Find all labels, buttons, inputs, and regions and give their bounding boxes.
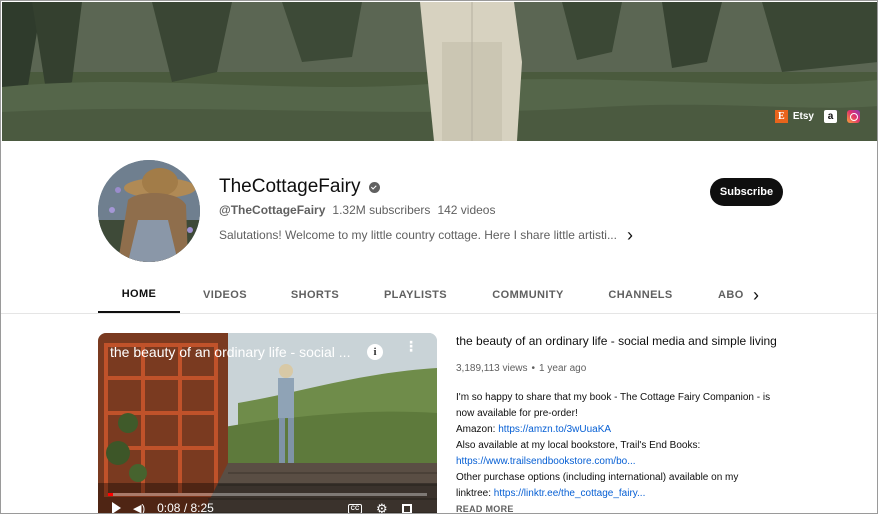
- volume-icon[interactable]: ◀): [133, 502, 145, 514]
- featured-video-meta: 3,189,113 views • 1 year ago: [456, 363, 586, 374]
- channel-name: TheCottageFairy: [219, 176, 380, 198]
- linktree-link[interactable]: https://linktr.ee/the_cottage_fairy...: [494, 488, 646, 499]
- view-count: 3,189,113 views: [456, 363, 528, 374]
- video-count: 142 videos: [437, 203, 496, 217]
- banner-image: [2, 2, 877, 141]
- chevron-right-icon[interactable]: ›: [753, 285, 759, 306]
- tab-about[interactable]: ABO: [696, 277, 746, 313]
- etsy-icon: E: [774, 110, 788, 123]
- description-line: I'm so happy to share that my book - The…: [456, 390, 776, 422]
- upload-age: 1 year ago: [539, 363, 587, 374]
- channel-handle: @TheCottageFairy: [219, 203, 326, 217]
- channel-description-text: Salutations! Welcome to my little countr…: [219, 228, 617, 242]
- featured-video-title[interactable]: the beauty of an ordinary life - social …: [456, 334, 786, 348]
- banner-links: E Etsy a: [774, 110, 860, 123]
- fullscreen-icon[interactable]: [401, 504, 412, 513]
- description-line: https://www.trailsendbookstore.com/bo...: [456, 454, 776, 470]
- info-icon[interactable]: i: [367, 344, 383, 360]
- subscriber-count: 1.32M subscribers: [332, 203, 431, 217]
- verified-icon: [368, 181, 380, 193]
- video-overlay-title[interactable]: the beauty of an ordinary life - social …: [110, 344, 360, 360]
- play-icon[interactable]: [112, 502, 121, 513]
- etsy-link[interactable]: E Etsy: [774, 110, 814, 123]
- player-controls-right: CC ⚙: [348, 501, 412, 513]
- more-vertical-icon[interactable]: ⋮: [404, 339, 418, 353]
- tab-home[interactable]: HOME: [98, 277, 180, 313]
- featured-video-description: I'm so happy to share that my book - The…: [456, 390, 776, 502]
- channel-avatar[interactable]: [98, 160, 200, 262]
- tab-channels[interactable]: CHANNELS: [585, 277, 696, 313]
- instagram-icon: [847, 110, 860, 123]
- channel-tabs: HOME VIDEOS SHORTS PLAYLISTS COMMUNITY C…: [98, 277, 746, 313]
- video-progress-fill: [108, 493, 114, 496]
- channel-name-text: TheCottageFairy: [219, 176, 361, 197]
- tab-shorts[interactable]: SHORTS: [270, 277, 360, 313]
- chevron-right-icon: ›: [626, 225, 633, 245]
- browser-frame: E Etsy a TheCottageFairy @TheCottageFair…: [0, 0, 878, 514]
- description-line: Other purchase options (including intern…: [456, 470, 776, 502]
- description-text: Amazon:: [456, 424, 499, 435]
- read-more-button[interactable]: READ MORE: [456, 504, 514, 513]
- amazon-icon: a: [824, 110, 837, 123]
- tab-community[interactable]: COMMUNITY: [471, 277, 585, 313]
- description-text: Also available at my local bookstore, Tr…: [456, 440, 701, 451]
- channel-banner: E Etsy a: [2, 2, 877, 141]
- player-controls-left: ◀) 0:08 / 8:25: [112, 501, 214, 514]
- channel-meta: @TheCottageFairy 1.32M subscribers 142 v…: [219, 203, 495, 217]
- etsy-link-label: Etsy: [792, 111, 814, 122]
- featured-video-player[interactable]: the beauty of an ordinary life - social …: [98, 333, 437, 514]
- amazon-link[interactable]: a: [824, 110, 837, 123]
- description-line: Also available at my local bookstore, Tr…: [456, 438, 776, 454]
- tabs-divider: [1, 313, 877, 314]
- amazon-book-link[interactable]: https://amzn.to/3wUuaKA: [498, 424, 611, 435]
- meta-separator: •: [531, 363, 536, 374]
- bookstore-link[interactable]: https://www.trailsendbookstore.com/bo...: [456, 456, 636, 467]
- video-time: 0:08 / 8:25: [157, 501, 214, 514]
- video-progress-bar[interactable]: [108, 493, 427, 496]
- instagram-link[interactable]: [847, 110, 860, 123]
- video-frame: [98, 333, 437, 513]
- settings-gear-icon[interactable]: ⚙: [376, 501, 388, 513]
- tab-playlists[interactable]: PLAYLISTS: [360, 277, 471, 313]
- captions-icon[interactable]: CC: [348, 504, 362, 513]
- tab-videos[interactable]: VIDEOS: [180, 277, 270, 313]
- avatar-image: [98, 160, 200, 262]
- channel-description[interactable]: Salutations! Welcome to my little countr…: [219, 225, 633, 245]
- description-text: I'm so happy to share that my book - The…: [456, 392, 771, 419]
- subscribe-button[interactable]: Subscribe: [710, 178, 783, 206]
- description-line: Amazon: https://amzn.to/3wUuaKA: [456, 422, 776, 438]
